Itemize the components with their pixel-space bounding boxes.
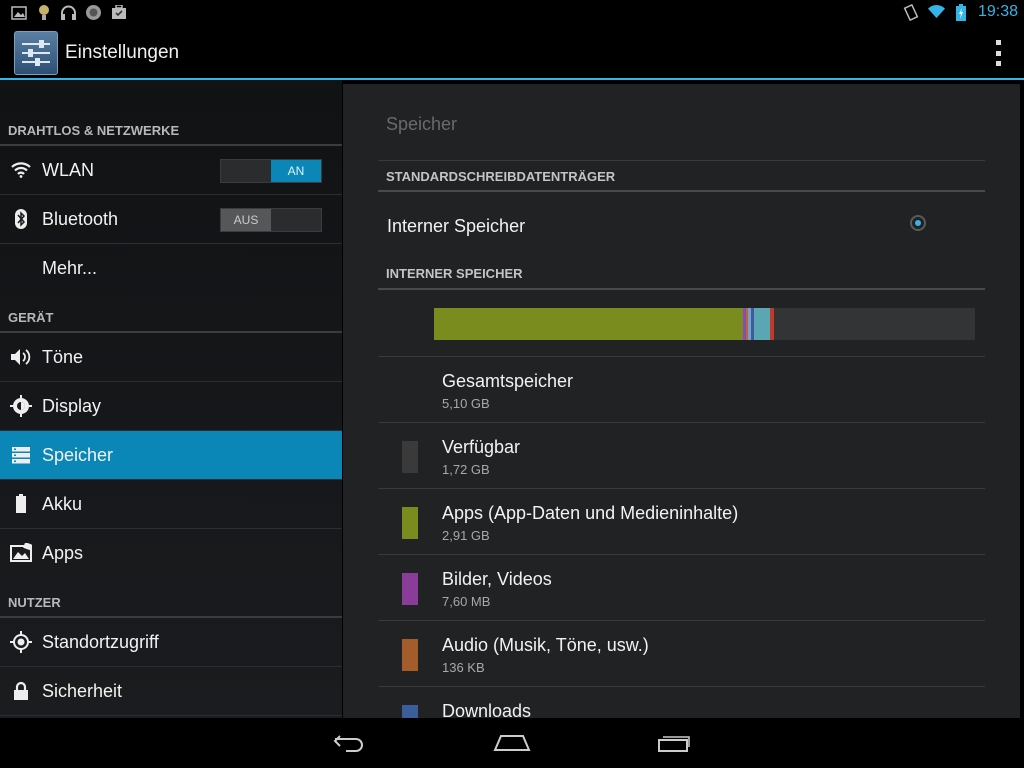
color-swatch: [402, 705, 418, 718]
sidebar-item-location[interactable]: Standortzugriff: [0, 618, 342, 667]
bulb-notification-icon: [35, 4, 52, 21]
status-bar: 19:38: [0, 0, 1024, 25]
navigation-bar: [0, 718, 1024, 768]
sidebar-item-label: Mehr...: [42, 258, 98, 278]
action-bar: Einstellungen: [0, 25, 1024, 80]
storage-row-apps[interactable]: Apps (App-Daten und Medieninhalte) 2,91 …: [378, 488, 985, 554]
storage-row-pictures-videos[interactable]: Bilder, Videos 7,60 MB: [378, 554, 985, 620]
system-icons: 19:38: [903, 3, 1018, 21]
briefcase-notification-icon: [110, 4, 127, 21]
color-swatch: [402, 507, 418, 539]
brightness-icon: [10, 395, 32, 417]
clock: 19:38: [977, 3, 1018, 20]
row-title: Apps (App-Daten und Medieninhalte): [442, 503, 739, 523]
default-storage-option[interactable]: Interner Speicher: [378, 192, 985, 254]
row-value: 5,10 GB: [442, 396, 490, 411]
row-title: Audio (Musik, Töne, usw.): [442, 635, 649, 655]
location-icon: [10, 631, 32, 653]
sidebar-item-label: Töne: [42, 347, 84, 367]
notification-icons: [10, 4, 127, 21]
headset-notification-icon: [60, 4, 77, 21]
battery-charging-icon: [953, 3, 970, 21]
battery-icon: [10, 493, 32, 515]
sidebar-item-apps[interactable]: Apps: [0, 529, 342, 578]
lock-icon: [10, 680, 32, 702]
row-title: Gesamtspeicher: [442, 371, 574, 391]
speaker-icon: [10, 346, 32, 368]
color-swatch: [402, 639, 418, 671]
sidebar-item-display[interactable]: Display: [0, 382, 342, 431]
usage-segment: [754, 308, 770, 340]
row-title: Bilder, Videos: [442, 569, 552, 589]
section-header-wireless: DRAHTLOS & NETZWERKE: [0, 80, 342, 146]
image-notification-icon: [10, 4, 27, 21]
toggle-label: AUS: [221, 209, 271, 231]
usage-segment: [770, 308, 774, 340]
rotate-lock-icon: [903, 3, 920, 21]
sidebar-item-sounds[interactable]: Töne: [0, 333, 342, 382]
back-icon[interactable]: [330, 728, 370, 758]
sidebar-item-label: Standortzugriff: [42, 632, 159, 652]
app-notification-icon: [85, 4, 102, 21]
settings-app-icon[interactable]: [14, 31, 58, 75]
toggle-label: AN: [271, 160, 321, 182]
settings-sidebar: DRAHTLOS & NETZWERKE WLAN AN Bluetooth A…: [0, 80, 342, 718]
section-header-internal-storage: INTERNER SPEICHER: [378, 258, 985, 290]
sidebar-item-bluetooth[interactable]: Bluetooth AUS: [0, 195, 342, 244]
wlan-toggle[interactable]: AN: [220, 159, 322, 183]
wifi-icon: [10, 159, 32, 181]
recent-apps-icon[interactable]: [654, 728, 694, 758]
sidebar-item-label: WLAN: [42, 160, 95, 180]
overflow-menu-icon[interactable]: [992, 40, 1004, 66]
wifi-signal-icon: [927, 4, 945, 21]
color-swatch: [402, 573, 418, 605]
color-swatch: [402, 441, 418, 473]
bluetooth-icon: [10, 208, 32, 230]
sidebar-item-label: Akku: [42, 494, 83, 514]
row-value: 1,72 GB: [442, 462, 490, 477]
sidebar-item-label: Apps: [42, 543, 84, 563]
page-title: Speicher: [386, 114, 458, 134]
sidebar-item-label: Sicherheit: [42, 681, 123, 701]
storage-category-list: Gesamtspeicher 5,10 GB Verfügbar 1,72 GB…: [378, 356, 985, 718]
storage-detail-pane: Speicher STANDARDSCHREIBDATENTRÄGER Inte…: [343, 84, 1020, 718]
row-value: 7,60 MB: [442, 594, 491, 609]
radio-button-selected[interactable]: [910, 215, 926, 231]
storage-usage-bar: [434, 308, 975, 340]
row-value: 2,91 GB: [442, 528, 490, 543]
apps-icon: [10, 542, 32, 564]
sidebar-item-storage[interactable]: Speicher: [0, 431, 342, 480]
row-title: Verfügbar: [442, 437, 521, 457]
section-header-user: NUTZER: [0, 578, 342, 618]
row-value: 136 KB: [442, 660, 485, 675]
sidebar-item-battery[interactable]: Akku: [0, 480, 342, 529]
storage-row-downloads[interactable]: Downloads: [378, 686, 985, 718]
usage-segment: [434, 308, 743, 340]
sidebar-item-label: Speicher: [42, 445, 114, 465]
sidebar-item-more[interactable]: Mehr...: [0, 244, 342, 293]
sidebar-item-wlan[interactable]: WLAN AN: [0, 146, 342, 195]
sidebar-item-security[interactable]: Sicherheit: [0, 667, 342, 716]
section-header-device: GERÄT: [0, 293, 342, 333]
option-label: Interner Speicher: [387, 216, 526, 236]
app-title: Einstellungen: [65, 42, 180, 63]
home-icon[interactable]: [492, 728, 532, 758]
storage-row-available[interactable]: Verfügbar 1,72 GB: [378, 422, 985, 488]
sidebar-item-label: Display: [42, 396, 102, 416]
section-header-default-storage: STANDARDSCHREIBDATENTRÄGER: [378, 160, 985, 192]
sidebar-item-label: Bluetooth: [42, 209, 119, 229]
bluetooth-toggle[interactable]: AUS: [220, 208, 322, 232]
storage-icon: [10, 444, 32, 466]
row-title: Downloads: [442, 701, 532, 718]
storage-row-total[interactable]: Gesamtspeicher 5,10 GB: [378, 356, 985, 422]
storage-row-audio[interactable]: Audio (Musik, Töne, usw.) 136 KB: [378, 620, 985, 686]
